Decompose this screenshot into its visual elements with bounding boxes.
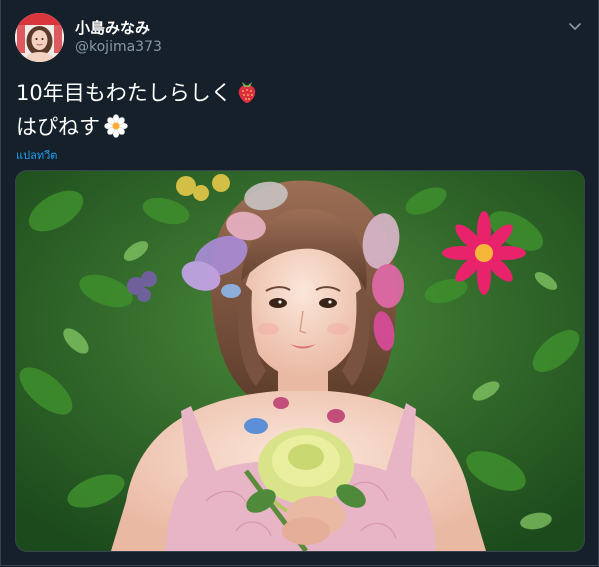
avatar-image — [15, 13, 64, 62]
tweet-text-line: 10年目もわたしらしく — [16, 78, 258, 112]
chevron-down-icon[interactable] — [565, 17, 585, 37]
display-name[interactable]: 小島みなみ — [75, 17, 150, 38]
tweet-card: 小島みなみ @kojima373 10年目もわたしらしく はぴねす แปลทวี… — [0, 0, 599, 566]
tweet-text: 10年目もわたしらしく はぴねす — [16, 78, 258, 146]
tweet-text-line1: 10年目もわたしらしく — [16, 81, 232, 105]
user-handle[interactable]: @kojima373 — [75, 39, 162, 55]
tweet-text-line2: はぴねす — [16, 115, 100, 139]
translate-tweet-link[interactable]: แปลทวีต — [16, 146, 57, 164]
photo-image — [16, 171, 584, 551]
white-flower-icon — [104, 114, 128, 146]
strawberry-icon — [236, 80, 258, 112]
tweet-photo[interactable] — [15, 170, 585, 552]
profile-avatar[interactable] — [15, 13, 64, 62]
tweet-text-line: はぴねす — [16, 112, 258, 146]
